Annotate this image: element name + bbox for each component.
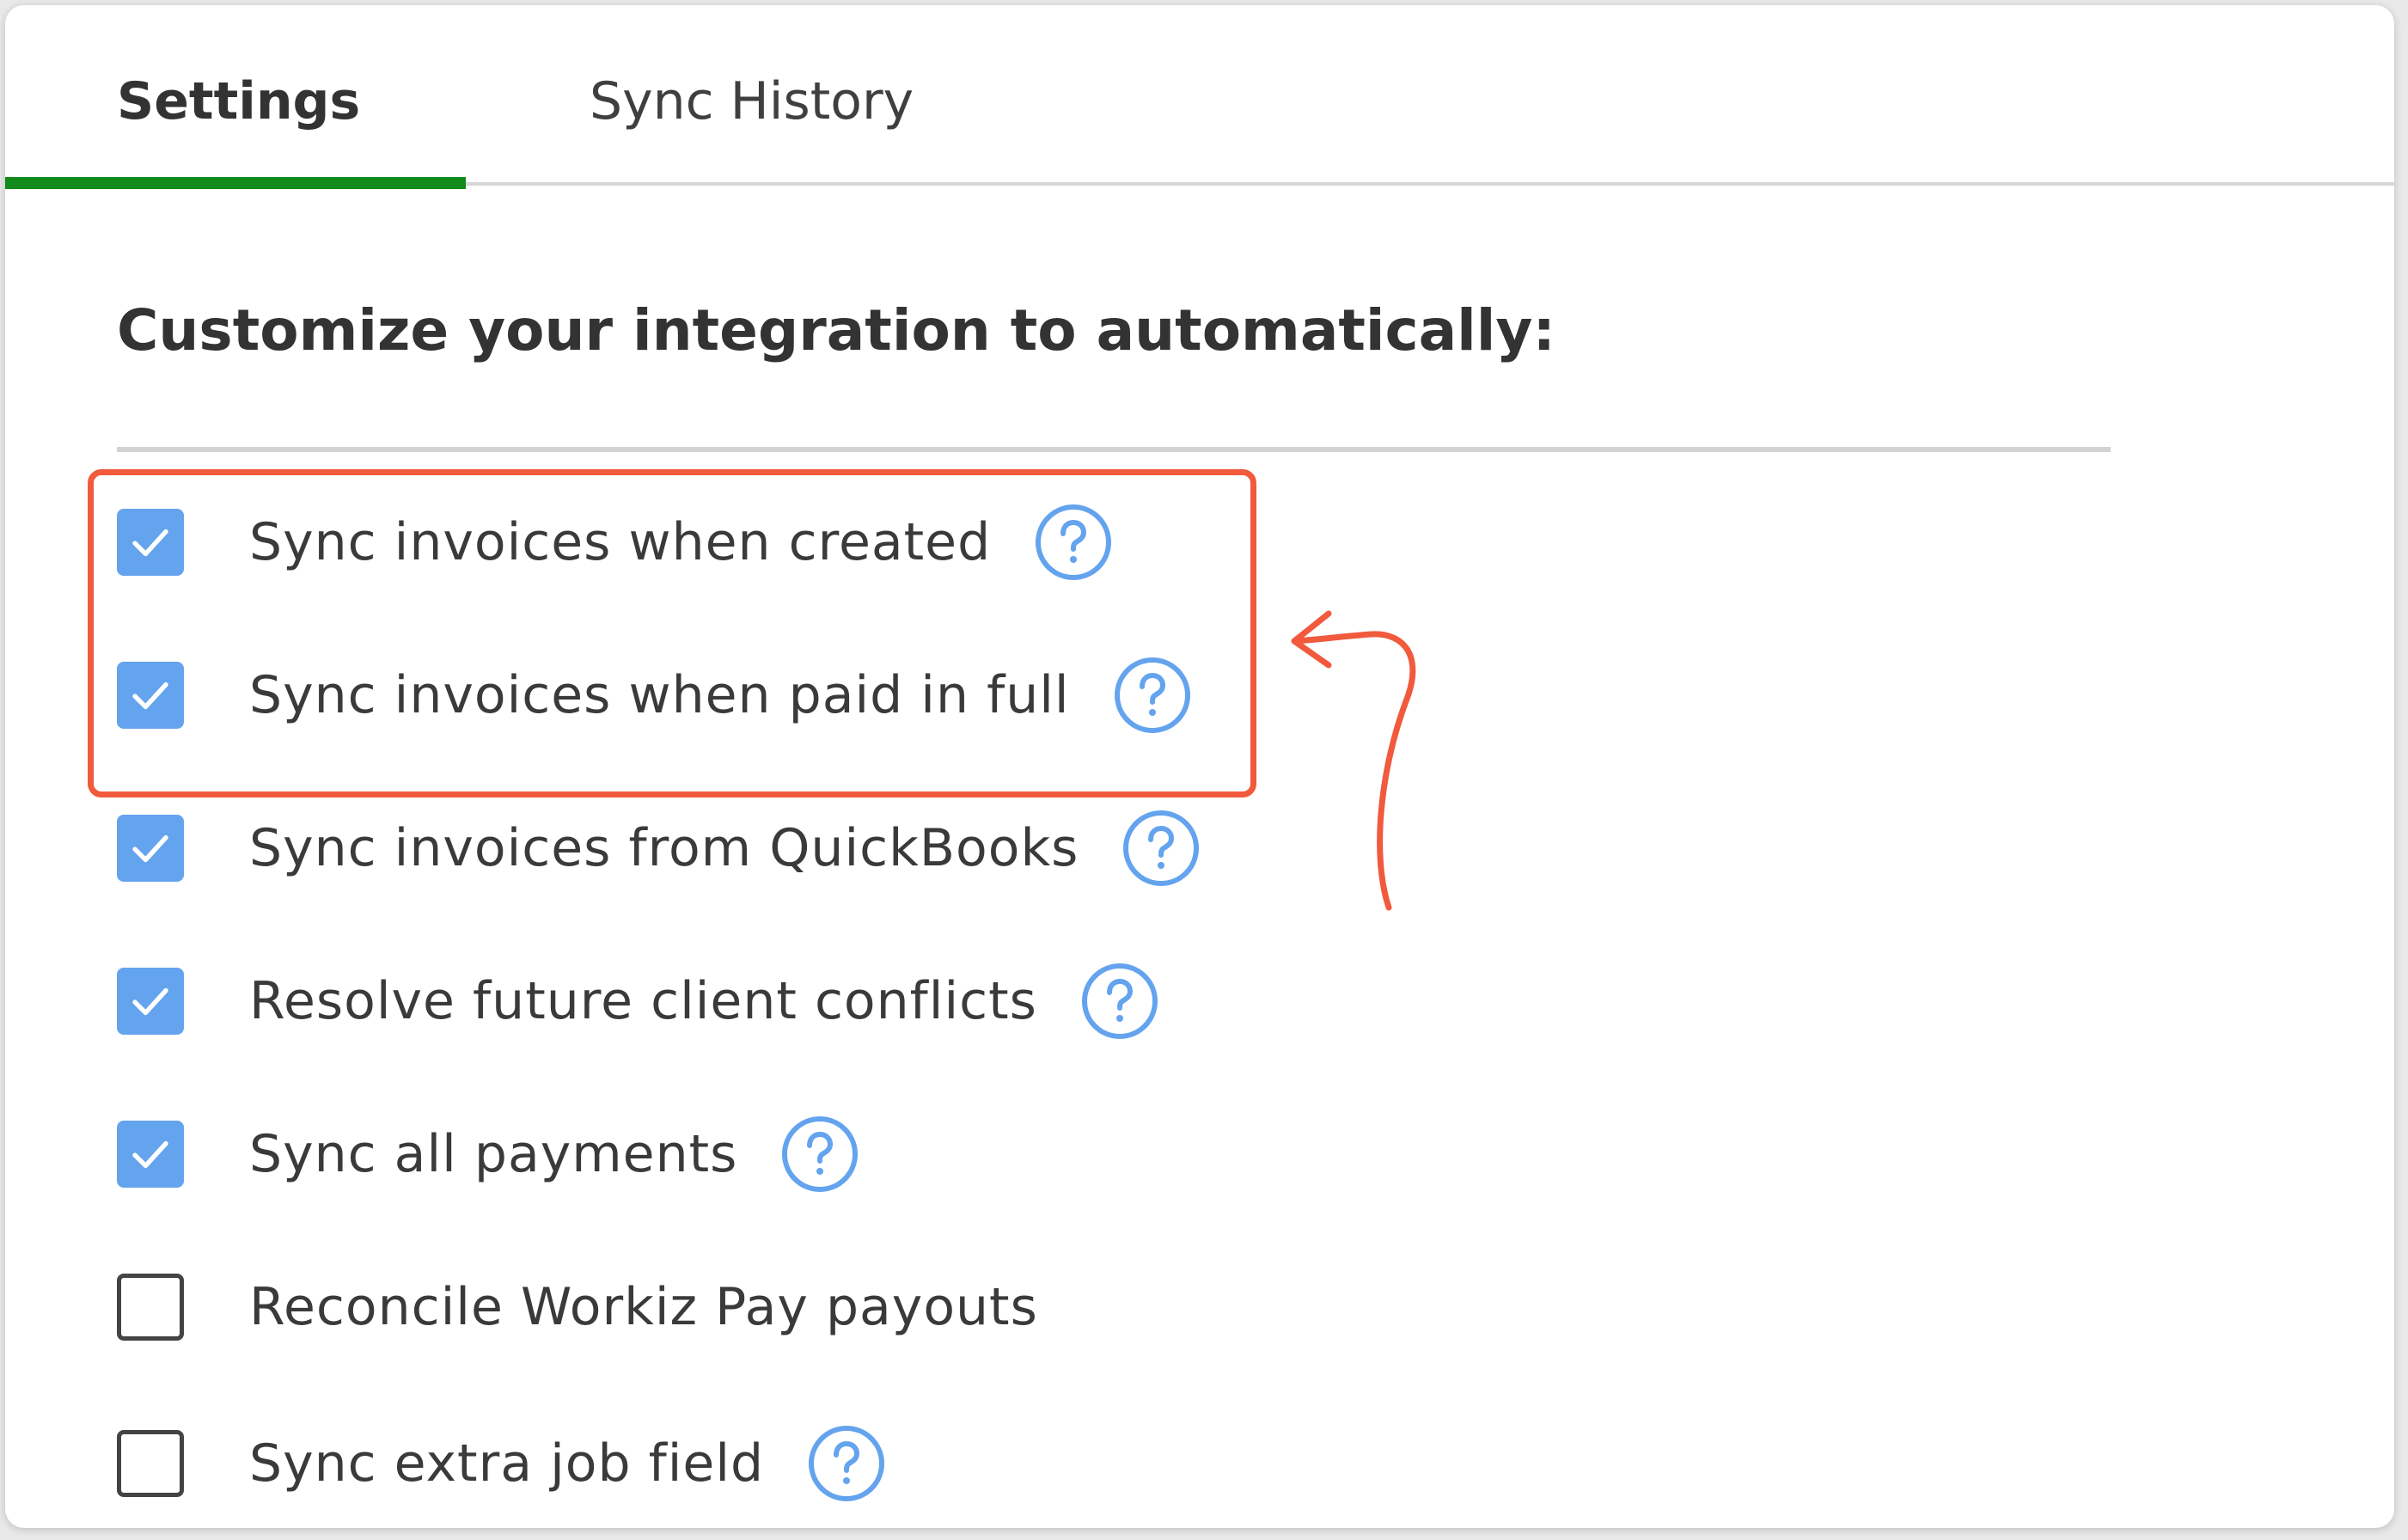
- checkbox-resolve-client-conflicts[interactable]: [117, 968, 184, 1035]
- check-icon: [132, 834, 168, 863]
- question-circle-icon[interactable]: [807, 1424, 886, 1503]
- section-divider: [117, 447, 2111, 452]
- checkbox-sync-invoices-quickbooks[interactable]: [117, 815, 184, 882]
- highlight-annotation-box: [88, 469, 1256, 798]
- option-sync-invoices-quickbooks: Sync invoices from QuickBooks: [117, 810, 1201, 887]
- checkbox-reconcile-workiz-pay[interactable]: [117, 1274, 184, 1341]
- option-label: Sync all payments: [249, 1124, 738, 1184]
- check-icon: [132, 1140, 168, 1169]
- checkbox-sync-all-payments[interactable]: [117, 1121, 184, 1188]
- option-sync-extra-job-field: Sync extra job field: [117, 1425, 886, 1502]
- option-resolve-client-conflicts: Resolve future client conflicts: [117, 962, 1159, 1040]
- option-label: Resolve future client conflicts: [249, 971, 1037, 1031]
- active-tab-indicator: [5, 177, 466, 189]
- curved-arrow-icon: [1291, 610, 1416, 911]
- option-label: Reconcile Workiz Pay payouts: [249, 1277, 1038, 1337]
- option-reconcile-workiz-pay: Reconcile Workiz Pay payouts: [117, 1268, 1038, 1346]
- tab-sync-history[interactable]: Sync History: [590, 67, 914, 136]
- settings-panel: Settings Sync History Customize your int…: [5, 5, 2394, 1528]
- option-sync-all-payments: Sync all payments: [117, 1115, 859, 1193]
- option-label: Sync extra job field: [249, 1433, 765, 1494]
- check-icon: [132, 987, 168, 1016]
- tab-settings[interactable]: Settings: [117, 67, 360, 136]
- question-circle-icon[interactable]: [780, 1115, 859, 1194]
- question-circle-icon[interactable]: [1121, 809, 1201, 888]
- section-heading: Customize your integration to automatica…: [117, 297, 1555, 364]
- tab-bar: Settings Sync History: [5, 5, 2394, 189]
- option-label: Sync invoices from QuickBooks: [249, 818, 1079, 878]
- checkbox-sync-extra-job-field[interactable]: [117, 1430, 184, 1497]
- question-circle-icon[interactable]: [1080, 962, 1159, 1041]
